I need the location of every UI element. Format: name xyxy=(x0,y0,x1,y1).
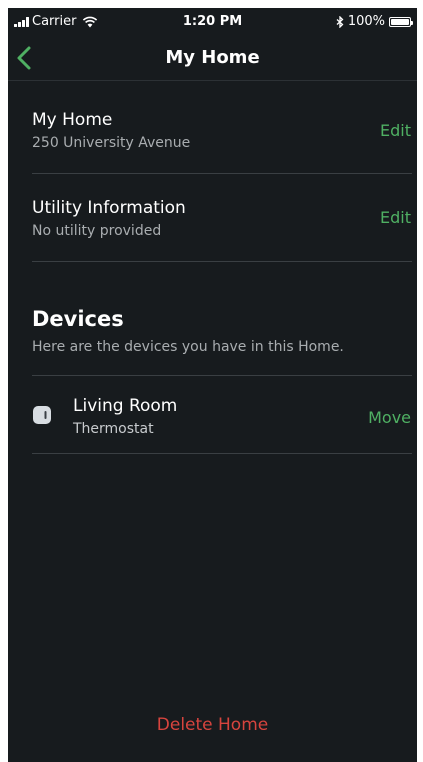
divider xyxy=(32,375,412,376)
thermostat-icon xyxy=(33,406,51,424)
battery-tip xyxy=(411,20,413,25)
navigation-bar: My Home xyxy=(8,36,417,81)
utility-subtitle: No utility provided xyxy=(32,223,162,239)
home-address: 250 University Avenue xyxy=(32,135,191,151)
home-row: My Home 250 University Avenue Edit xyxy=(32,110,411,160)
devices-subtitle: Here are the devices you have in this Ho… xyxy=(32,339,344,355)
edit-utility-button[interactable]: Edit xyxy=(380,208,411,227)
device-type: Thermostat xyxy=(73,421,154,437)
divider xyxy=(32,173,412,174)
device-row-living-room[interactable]: Living Room Thermostat Move xyxy=(73,396,411,446)
edit-home-button[interactable]: Edit xyxy=(380,121,411,140)
divider xyxy=(32,453,412,454)
devices-heading: Devices xyxy=(32,307,124,331)
home-title: My Home xyxy=(32,110,113,130)
utility-title: Utility Information xyxy=(32,198,186,218)
divider xyxy=(32,261,412,262)
page-title: My Home xyxy=(165,47,260,68)
delete-home-button[interactable]: Delete Home xyxy=(8,715,417,735)
battery-level xyxy=(391,18,409,25)
move-device-button[interactable]: Move xyxy=(368,408,411,427)
status-bar: Carrier 1:20 PM 100% xyxy=(8,8,417,36)
device-name: Living Room xyxy=(73,396,178,416)
battery-icon xyxy=(389,16,413,27)
app-screen: Carrier 1:20 PM 100% My Home My Home 250… xyxy=(8,8,417,762)
bluetooth-icon xyxy=(336,15,344,28)
battery-percent: 100% xyxy=(347,14,385,29)
utility-row: Utility Information No utility provided … xyxy=(32,198,411,248)
status-right: 100% xyxy=(336,14,413,29)
